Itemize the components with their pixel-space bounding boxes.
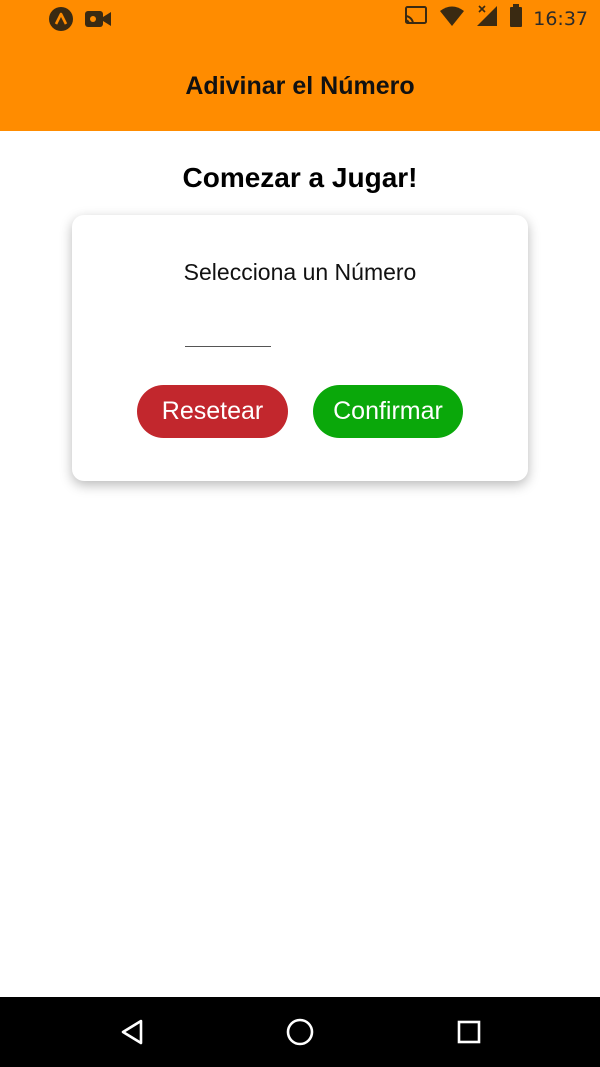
select-number-label: Selecciona un Número [183,259,417,285]
reset-button[interactable]: Resetear [137,385,288,438]
app-notification-icon [48,6,74,37]
confirm-button[interactable]: Confirmar [313,385,463,438]
status-bar: 16:37 [0,0,600,36]
battery-icon [509,4,523,33]
navigation-bar [0,997,600,1067]
wifi-icon [439,5,465,32]
status-time: 16:37 [533,7,588,30]
game-card: Selecciona un Número [72,215,528,481]
home-icon[interactable] [282,1014,318,1050]
app-title: Adivinar el Número [185,72,415,100]
screen: 16:37 Adivinar el Número Comezar a Jugar… [0,0,600,1067]
signal-icon [475,4,499,33]
video-camera-icon [84,7,112,36]
number-input[interactable] [185,318,271,347]
recents-icon[interactable] [451,1014,487,1050]
app-header: 16:37 Adivinar el Número [0,0,600,131]
page-title: Comezar a Jugar! [182,162,418,193]
cast-icon [403,4,429,33]
back-icon[interactable] [114,1014,150,1050]
